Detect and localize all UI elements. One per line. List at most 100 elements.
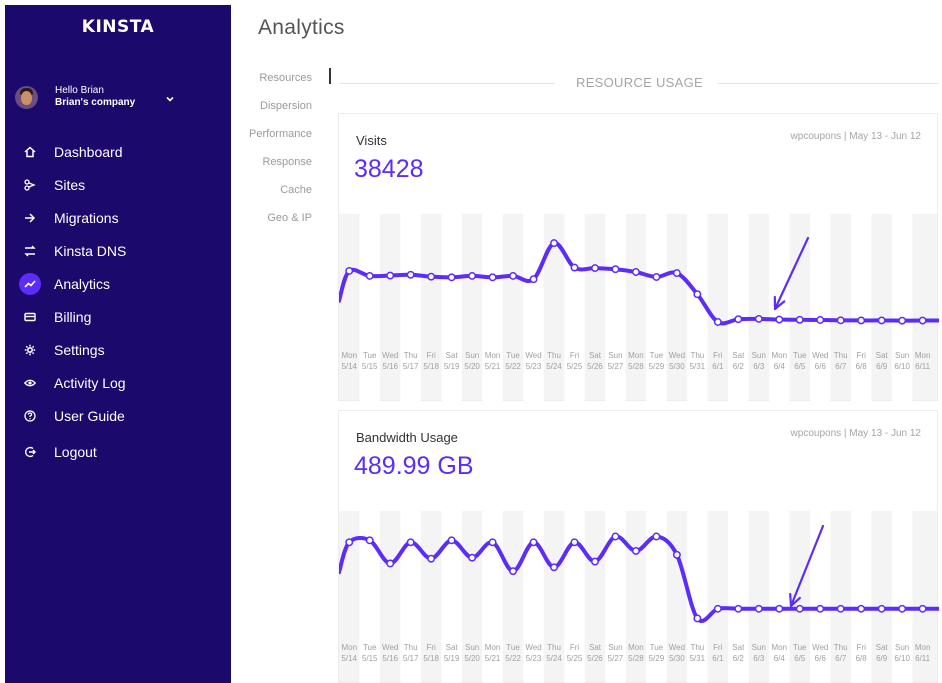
data-point[interactable] [468, 553, 477, 562]
sidebar-item-analytics[interactable]: Analytics [5, 270, 231, 300]
data-point[interactable] [406, 538, 415, 547]
data-point[interactable] [754, 314, 763, 323]
avatar[interactable] [15, 86, 38, 109]
x-tick-date: 5/20 [464, 362, 480, 371]
subnav-item-dispersion[interactable]: Dispersion [260, 100, 312, 112]
data-point[interactable] [529, 538, 538, 547]
data-point[interactable] [550, 563, 558, 572]
data-point[interactable] [713, 318, 722, 326]
x-tick-day: Thu [690, 351, 704, 360]
x-tick-day: Wed [525, 351, 541, 360]
data-point[interactable] [570, 538, 579, 547]
data-point[interactable] [857, 316, 866, 325]
data-point[interactable] [447, 536, 456, 545]
subnav-item-response[interactable]: Response [262, 156, 312, 168]
data-point[interactable] [406, 270, 415, 279]
x-tick-date: 6/4 [774, 362, 786, 371]
sidebar-item-migrations[interactable]: Migrations [5, 204, 231, 234]
data-point[interactable] [529, 275, 538, 284]
data-point[interactable] [734, 604, 743, 613]
data-point[interactable] [672, 550, 681, 559]
data-point[interactable] [631, 546, 640, 555]
data-point[interactable] [591, 557, 599, 566]
data-point[interactable] [918, 604, 927, 613]
data-point[interactable] [877, 316, 886, 325]
data-point[interactable] [488, 538, 497, 547]
data-point[interactable] [877, 604, 886, 613]
x-tick-day: Thu [547, 351, 561, 360]
data-point[interactable] [775, 604, 784, 613]
data-point[interactable] [447, 273, 456, 282]
data-point[interactable] [898, 316, 907, 325]
data-point[interactable] [570, 263, 579, 272]
sidebar-item-sites[interactable]: Sites [5, 171, 231, 201]
data-point[interactable] [427, 554, 436, 563]
x-tick-date: 5/15 [362, 362, 378, 371]
sidebar-item-user-guide[interactable]: User Guide [5, 402, 231, 432]
data-point[interactable] [693, 290, 702, 299]
section-title: RESOURCE USAGE [576, 75, 704, 90]
x-tick-date: 6/3 [753, 362, 765, 371]
data-point[interactable] [836, 316, 845, 325]
data-point[interactable] [345, 266, 354, 275]
sidebar-item-billing[interactable]: Billing [5, 303, 231, 333]
data-point[interactable] [611, 265, 620, 274]
sidebar-item-kinsta-dns[interactable]: Kinsta DNS [5, 237, 231, 267]
data-point[interactable] [468, 271, 477, 280]
sidebar-item-activity-log[interactable]: Activity Log [5, 369, 231, 399]
x-tick-date: 6/2 [733, 362, 745, 371]
data-point[interactable] [816, 604, 825, 613]
data-point[interactable] [795, 604, 804, 613]
sidebar-item-dashboard[interactable]: Dashboard [5, 138, 231, 168]
x-tick-date: 6/11 [915, 654, 931, 663]
data-point[interactable] [795, 315, 804, 324]
data-point[interactable] [509, 271, 518, 280]
data-point[interactable] [652, 273, 661, 281]
subnav-item-cache[interactable]: Cache [280, 184, 312, 196]
x-tick-day: Wed [812, 351, 828, 360]
data-point[interactable] [713, 604, 722, 613]
x-tick-date: 6/6 [815, 654, 827, 663]
x-tick-date: 5/31 [690, 362, 706, 371]
data-point[interactable] [427, 272, 436, 281]
data-point[interactable] [918, 316, 927, 325]
bandwidth-chart: Mon 5/14 Tue 5/15 Wed 5/16 Thu 5/17 Fri 5/18 Sat 5/… [339, 511, 939, 683]
data-point[interactable] [591, 264, 599, 273]
subnav-item-resources[interactable]: Resources [259, 72, 312, 84]
bandwidth-card: Bandwidth Usage 489.99 GB wpcoupons | Ma… [338, 410, 939, 683]
data-point[interactable] [631, 268, 640, 276]
sidebar-item-settings[interactable]: Settings [5, 336, 231, 366]
data-point[interactable] [365, 536, 374, 545]
x-tick-date: 5/19 [444, 362, 460, 371]
data-point[interactable] [509, 567, 518, 576]
subnav-item-geo-ip[interactable]: Geo & IP [267, 212, 312, 224]
data-point[interactable] [693, 614, 702, 623]
x-tick-day: Wed [812, 643, 828, 652]
kinsta-logo[interactable]: KINSTA [5, 17, 231, 37]
data-point[interactable] [734, 315, 743, 324]
data-point[interactable] [754, 604, 763, 613]
subnav-item-performance[interactable]: Performance [249, 128, 312, 140]
data-point[interactable] [836, 604, 845, 613]
data-point[interactable] [816, 316, 825, 324]
data-point[interactable] [775, 315, 784, 324]
x-tick-day: Mon [771, 351, 787, 360]
data-point[interactable] [386, 559, 395, 568]
data-point[interactable] [488, 273, 497, 282]
user-menu[interactable]: Hello Brian Brian's company [15, 83, 225, 115]
x-tick-date: 5/24 [546, 362, 562, 371]
sidebar-item-logout[interactable]: Logout [5, 438, 231, 468]
x-tick-date: 5/28 [628, 362, 644, 371]
data-point[interactable] [857, 604, 866, 613]
data-point[interactable] [386, 271, 395, 280]
sites-icon [19, 174, 41, 196]
chevron-down-icon[interactable] [165, 94, 175, 104]
data-point[interactable] [345, 538, 354, 547]
subnav-active-marker [329, 68, 331, 84]
data-point[interactable] [898, 604, 907, 613]
data-point[interactable] [652, 532, 661, 541]
data-point[interactable] [611, 532, 620, 541]
data-point[interactable] [365, 271, 374, 280]
data-point[interactable] [550, 239, 558, 248]
data-point[interactable] [672, 269, 681, 278]
